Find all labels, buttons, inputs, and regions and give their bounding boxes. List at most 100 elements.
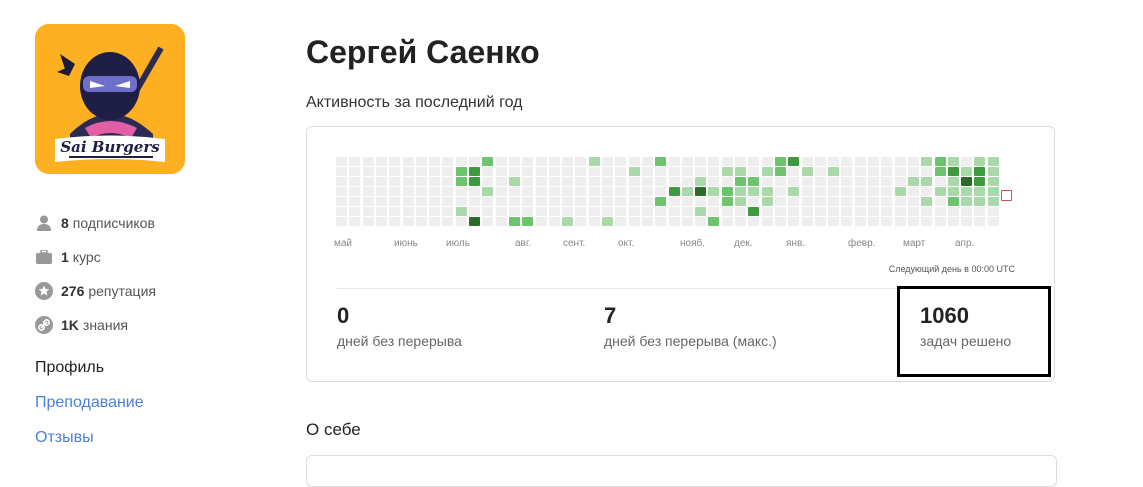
heatmap-cell[interactable] [668, 157, 680, 166]
heatmap-cell[interactable] [854, 177, 866, 186]
heatmap-cell[interactable] [508, 187, 520, 196]
heatmap-cell[interactable] [735, 217, 746, 226]
heatmap-cell[interactable] [814, 157, 826, 166]
heatmap-cell[interactable] [894, 187, 906, 196]
nav-reviews[interactable]: Отзывы [35, 426, 144, 461]
heatmap-cell[interactable] [469, 157, 480, 166]
heatmap-cell[interactable] [854, 217, 866, 226]
heatmap-cell[interactable] [801, 157, 813, 166]
heatmap-cell[interactable] [508, 207, 520, 216]
heatmap-cell[interactable] [681, 217, 693, 226]
heatmap-cell[interactable] [735, 187, 746, 196]
heatmap-cell[interactable] [894, 177, 906, 186]
heatmap-cell[interactable] [575, 167, 587, 176]
heatmap-cell[interactable] [881, 197, 893, 206]
heatmap-cell[interactable] [721, 167, 733, 176]
heatmap-cell[interactable] [894, 207, 906, 216]
heatmap-cell[interactable] [482, 207, 494, 216]
heatmap-cell[interactable] [349, 167, 361, 176]
heatmap-cell[interactable] [588, 167, 600, 176]
heatmap-cell[interactable] [668, 187, 680, 196]
heatmap-cell[interactable] [442, 167, 454, 176]
heatmap-cell[interactable] [548, 197, 560, 206]
heatmap-cell[interactable] [668, 197, 680, 206]
heatmap-cell[interactable] [655, 167, 667, 176]
heatmap-cell[interactable] [469, 187, 480, 196]
heatmap-cell[interactable] [628, 157, 640, 166]
heatmap-cell[interactable] [628, 167, 640, 176]
heatmap-cell[interactable] [801, 217, 813, 226]
heatmap-cell[interactable] [655, 177, 667, 186]
heatmap-cell[interactable] [868, 207, 879, 216]
heatmap-cell[interactable] [868, 177, 879, 186]
heatmap-cell[interactable] [482, 197, 494, 206]
heatmap-cell[interactable] [894, 167, 906, 176]
heatmap-cell[interactable] [801, 207, 813, 216]
heatmap-cell[interactable] [854, 157, 866, 166]
heatmap-cell[interactable] [442, 177, 454, 186]
heatmap-cell[interactable] [482, 177, 494, 186]
heatmap-cell[interactable] [375, 197, 387, 206]
heatmap-cell[interactable] [429, 167, 441, 176]
heatmap-cell[interactable] [947, 177, 959, 186]
heatmap-cell[interactable] [881, 217, 893, 226]
heatmap-cell[interactable] [681, 167, 693, 176]
heatmap-cell[interactable] [575, 187, 587, 196]
heatmap-cell[interactable] [748, 177, 760, 186]
heatmap-cell[interactable] [695, 197, 707, 206]
heatmap-cell[interactable] [455, 187, 467, 196]
heatmap-cell[interactable] [961, 197, 973, 206]
heatmap-cell[interactable] [961, 187, 973, 196]
heatmap-cell[interactable] [881, 157, 893, 166]
heatmap-cell[interactable] [641, 157, 653, 166]
heatmap-cell[interactable] [761, 167, 773, 176]
heatmap-cell[interactable] [522, 167, 534, 176]
heatmap-cell[interactable] [362, 157, 374, 166]
heatmap-cell[interactable] [522, 187, 534, 196]
heatmap-cell[interactable] [934, 187, 946, 196]
heatmap-cell[interactable] [947, 207, 959, 216]
heatmap-cell[interactable] [655, 157, 667, 166]
heatmap-cell[interactable] [947, 157, 959, 166]
heatmap-cell[interactable] [828, 177, 840, 186]
heatmap-cell[interactable] [641, 197, 653, 206]
heatmap-cell[interactable] [349, 197, 361, 206]
heatmap-cell[interactable] [469, 167, 480, 176]
heatmap-cell[interactable] [628, 217, 640, 226]
heatmap-cell[interactable] [522, 177, 534, 186]
heatmap-cell[interactable] [987, 217, 999, 226]
heatmap-cell[interactable] [615, 187, 627, 196]
heatmap-today-cell[interactable] [1001, 190, 1012, 201]
heatmap-cell[interactable] [415, 207, 427, 216]
heatmap-cell[interactable] [375, 217, 387, 226]
heatmap-cell[interactable] [761, 217, 773, 226]
heatmap-cell[interactable] [415, 197, 427, 206]
heatmap-cell[interactable] [881, 187, 893, 196]
heatmap-cell[interactable] [375, 177, 387, 186]
heatmap-cell[interactable] [708, 177, 720, 186]
heatmap-cell[interactable] [788, 187, 800, 196]
heatmap-cell[interactable] [575, 197, 587, 206]
heatmap-cell[interactable] [628, 187, 640, 196]
heatmap-cell[interactable] [934, 207, 946, 216]
heatmap-cell[interactable] [907, 217, 919, 226]
heatmap-cell[interactable] [934, 217, 946, 226]
heatmap-cell[interactable] [761, 157, 773, 166]
heatmap-cell[interactable] [774, 157, 786, 166]
heatmap-cell[interactable] [415, 187, 427, 196]
heatmap-cell[interactable] [455, 177, 467, 186]
heatmap-cell[interactable] [788, 177, 800, 186]
heatmap-cell[interactable] [841, 187, 853, 196]
heatmap-cell[interactable] [881, 207, 893, 216]
heatmap-cell[interactable] [961, 167, 973, 176]
heatmap-cell[interactable] [735, 157, 746, 166]
heatmap-cell[interactable] [894, 217, 906, 226]
heatmap-cell[interactable] [814, 187, 826, 196]
heatmap-cell[interactable] [548, 177, 560, 186]
heatmap-cell[interactable] [482, 167, 494, 176]
heatmap-cell[interactable] [349, 177, 361, 186]
heatmap-cell[interactable] [602, 177, 613, 186]
heatmap-cell[interactable] [748, 157, 760, 166]
heatmap-cell[interactable] [349, 187, 361, 196]
heatmap-cell[interactable] [868, 217, 879, 226]
